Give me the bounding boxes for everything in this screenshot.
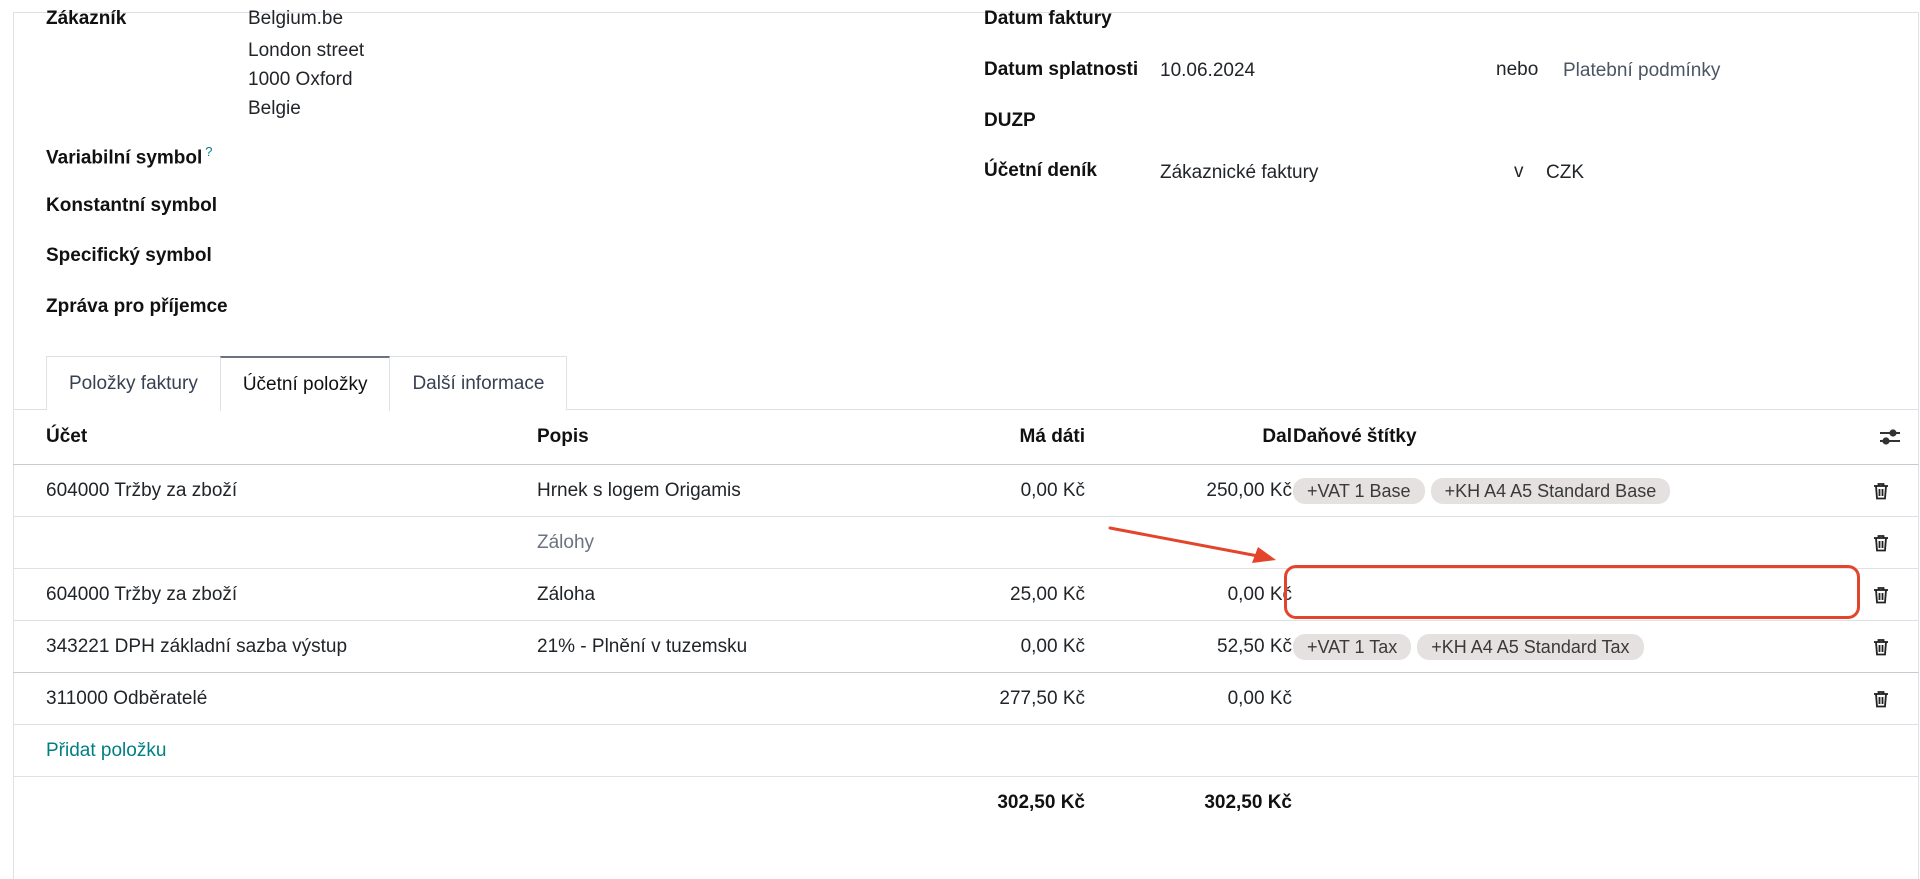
trash-icon[interactable] bbox=[1866, 569, 1896, 620]
column-credit[interactable]: Dal bbox=[1093, 410, 1292, 464]
specific-symbol-label: Specifický symbol bbox=[46, 245, 212, 266]
row-account[interactable]: 604000 Tržby za zboží bbox=[46, 569, 237, 620]
total-debit: 302,50 Kč bbox=[997, 792, 1085, 813]
journal-field[interactable]: Zákaznické faktury bbox=[1160, 162, 1318, 184]
total-credit: 302,50 Kč bbox=[1204, 792, 1292, 813]
row-account[interactable]: 343221 DPH základní sazba výstup bbox=[46, 621, 347, 672]
in-label: v bbox=[1514, 161, 1524, 182]
column-debit[interactable]: Má dáti bbox=[793, 410, 1085, 464]
duzp-label: DUZP bbox=[984, 110, 1036, 131]
row-credit[interactable]: 0,00 Kč bbox=[1093, 569, 1292, 620]
customer-label: Zákazník bbox=[46, 8, 127, 29]
table-row[interactable]: 311000 Odběratelé 277,50 Kč 0,00 Kč bbox=[13, 673, 1919, 725]
trash-icon[interactable] bbox=[1866, 517, 1896, 568]
or-label: nebo bbox=[1496, 59, 1539, 80]
totals-row: 302,50 Kč 302,50 Kč bbox=[13, 777, 1919, 829]
tax-tag[interactable]: +KH A4 A5 Standard Base bbox=[1430, 477, 1671, 504]
annotation-arrow bbox=[1108, 526, 1276, 563]
row-credit[interactable]: 250,00 Kč bbox=[1093, 465, 1292, 516]
table-header: Účet Popis Má dáti Dal Daňové štítky bbox=[13, 410, 1919, 465]
add-line-row: Přidat položku bbox=[13, 725, 1919, 777]
due-date-field[interactable]: 10.06.2024 bbox=[1160, 60, 1255, 82]
tab-invoice-lines[interactable]: Položky faktury bbox=[46, 356, 221, 410]
row-debit[interactable]: 0,00 Kč bbox=[793, 621, 1085, 672]
currency-field[interactable]: CZK bbox=[1546, 162, 1584, 184]
row-debit[interactable]: 277,50 Kč bbox=[793, 673, 1085, 724]
variable-symbol-label: Variabilní symbol? bbox=[46, 144, 213, 169]
row-description[interactable]: Záloha bbox=[537, 569, 595, 620]
notebook-tabs: Položky faktury Účetní položky Další inf… bbox=[46, 356, 568, 411]
customer-address-line-2: London street bbox=[248, 40, 365, 61]
customer-address-line-4: Belgie bbox=[248, 98, 301, 119]
row-credit[interactable]: 52,50 Kč bbox=[1093, 621, 1292, 672]
optional-columns-icon[interactable] bbox=[1875, 410, 1905, 464]
trash-icon[interactable] bbox=[1866, 621, 1896, 672]
row-tax-tags[interactable]: +VAT 1 Base +KH A4 A5 Standard Base bbox=[1293, 465, 1671, 516]
tab-journal-items[interactable]: Účetní položky bbox=[219, 356, 391, 411]
section-label[interactable]: Zálohy bbox=[537, 517, 594, 568]
customer-address-line-3: 1000 Oxford bbox=[248, 69, 353, 90]
row-debit[interactable]: 0,00 Kč bbox=[793, 465, 1085, 516]
table-row[interactable]: 343221 DPH základní sazba výstup 21% - P… bbox=[13, 621, 1919, 673]
tab-other-info[interactable]: Další informace bbox=[389, 356, 568, 410]
trash-icon[interactable] bbox=[1866, 673, 1896, 724]
message-label: Zpráva pro příjemce bbox=[46, 296, 228, 317]
payment-terms-field[interactable]: Platební podmínky bbox=[1563, 60, 1720, 82]
row-account[interactable]: 311000 Odběratelé bbox=[46, 673, 207, 724]
table-row-section[interactable]: Zálohy bbox=[13, 517, 1919, 569]
row-account[interactable]: 604000 Tržby za zboží bbox=[46, 465, 237, 516]
row-description[interactable]: Hrnek s logem Origamis bbox=[537, 465, 741, 516]
trash-icon[interactable] bbox=[1866, 465, 1896, 516]
column-description[interactable]: Popis bbox=[537, 410, 589, 464]
row-tax-tags[interactable]: +VAT 1 Tax +KH A4 A5 Standard Tax bbox=[1293, 621, 1644, 672]
journal-label: Účetní deník bbox=[984, 160, 1097, 181]
annotation-highlight-box bbox=[1284, 565, 1860, 619]
constant-symbol-label: Konstantní symbol bbox=[46, 195, 218, 216]
tax-tag[interactable]: +VAT 1 Base bbox=[1293, 477, 1425, 504]
invoice-date-label: Datum faktury bbox=[984, 8, 1112, 29]
column-account[interactable]: Účet bbox=[46, 410, 87, 464]
add-line-link[interactable]: Přidat položku bbox=[46, 725, 166, 776]
help-icon[interactable]: ? bbox=[205, 144, 212, 159]
row-description[interactable]: 21% - Plnění v tuzemsku bbox=[537, 621, 747, 672]
tax-tag[interactable]: +KH A4 A5 Standard Tax bbox=[1417, 633, 1644, 660]
row-credit[interactable]: 0,00 Kč bbox=[1093, 673, 1292, 724]
customer-address-line-1[interactable]: Belgium.be bbox=[248, 8, 343, 30]
row-debit[interactable]: 25,00 Kč bbox=[793, 569, 1085, 620]
column-tax-tags[interactable]: Daňové štítky bbox=[1293, 410, 1417, 464]
due-date-label: Datum splatnosti bbox=[984, 59, 1139, 80]
table-row[interactable]: 604000 Tržby za zboží Hrnek s logem Orig… bbox=[13, 465, 1919, 517]
tax-tag[interactable]: +VAT 1 Tax bbox=[1293, 633, 1412, 660]
